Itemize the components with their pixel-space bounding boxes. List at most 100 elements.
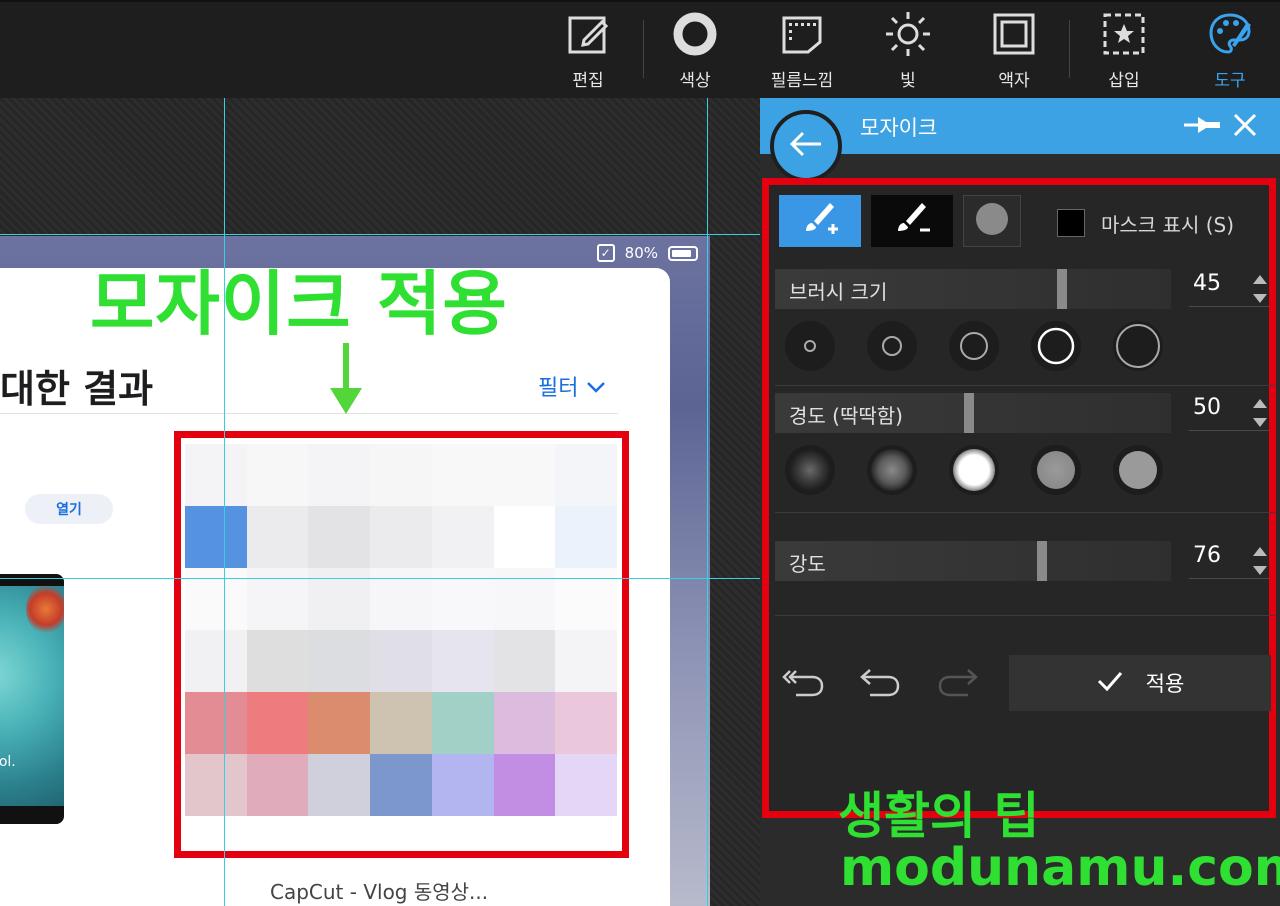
edit-icon <box>564 10 612 58</box>
size-preset-3[interactable] <box>949 321 999 371</box>
checkmark-icon <box>1096 670 1124 697</box>
hardness-preset-2[interactable] <box>867 445 917 495</box>
strength-label: 강도 <box>789 552 826 576</box>
action-row: 적용 <box>775 655 1275 713</box>
brush-plus-icon <box>800 199 840 243</box>
guide-line-vertical[interactable] <box>224 98 225 906</box>
check-icon: ✓ <box>596 244 615 262</box>
tool-light[interactable]: 빛 <box>863 10 953 94</box>
brush-add-button[interactable] <box>779 195 861 247</box>
mosaic-highlight-box <box>174 431 629 858</box>
spinner-icon[interactable] <box>1253 547 1267 575</box>
app-thumbnail: g fool. <box>0 574 64 824</box>
undo-icon <box>858 663 902 703</box>
tool-tools[interactable]: 도구 <box>1185 10 1275 94</box>
thumb-topbar <box>0 574 64 586</box>
divider <box>0 413 618 414</box>
battery-percent: 80% <box>624 244 658 262</box>
apply-label: 적용 <box>1145 672 1185 696</box>
hardness-row: 경도 (딱딱함) 50 <box>775 393 1275 433</box>
hardness-preset-4[interactable] <box>1031 445 1081 495</box>
pin-icon[interactable] <box>1182 112 1222 142</box>
image-canvas[interactable]: ✓ 80% 대한 결과 필터 열기 g fool. CapCut - V <box>0 98 760 906</box>
undo-button[interactable] <box>855 661 905 705</box>
hardness-slider[interactable]: 경도 (딱딱함) <box>775 393 1171 433</box>
strength-number: 76 <box>1193 543 1221 568</box>
open-button[interactable]: 열기 <box>25 494 113 524</box>
strength-slider[interactable]: 강도 <box>775 541 1171 581</box>
tool-light-label: 빛 <box>900 71 916 91</box>
mosaic-settings: 마스크 표시 (S) 브러시 크기 45 경도 (딱딱함) 50 강도 76 적… <box>762 178 1276 818</box>
guide-line-horizontal[interactable] <box>0 578 760 579</box>
tool-film[interactable]: 필름느낌 <box>757 10 847 94</box>
brush-mode-group <box>779 195 1021 251</box>
brush-size-presets <box>785 321 1185 371</box>
tool-frame[interactable]: 액자 <box>969 10 1059 94</box>
hardness-presets <box>785 445 1185 495</box>
tool-edit-label: 편집 <box>572 71 604 91</box>
hardness-number: 50 <box>1193 395 1221 420</box>
strength-value[interactable]: 76 <box>1189 543 1269 579</box>
watermark-line2: modunamu.com <box>840 838 1280 898</box>
divider <box>775 615 1275 616</box>
size-preset-2[interactable] <box>867 321 917 371</box>
back-button[interactable] <box>770 110 842 182</box>
tool-insert-label: 삽입 <box>1108 71 1140 91</box>
tool-insert[interactable]: 삽입 <box>1079 10 1169 94</box>
hardness-preset-3[interactable] <box>949 445 999 495</box>
toolbar-divider <box>643 20 644 78</box>
hardness-preset-5[interactable] <box>1113 445 1163 495</box>
hardness-preset-1[interactable] <box>785 445 835 495</box>
color-ring-icon <box>671 10 719 58</box>
spinner-icon[interactable] <box>1253 399 1267 427</box>
brush-size-number: 45 <box>1193 271 1221 296</box>
redo-icon <box>936 663 980 703</box>
size-preset-5[interactable] <box>1113 321 1163 371</box>
battery-icon <box>668 245 698 261</box>
sun-icon <box>884 10 932 58</box>
annotation-title: 모자이크 적용 <box>90 263 508 345</box>
slider-thumb[interactable] <box>964 393 974 433</box>
app-name: CapCut - Vlog 동영상... <box>270 880 489 904</box>
tool-tools-label: 도구 <box>1214 71 1246 91</box>
guide-line-vertical[interactable] <box>707 98 708 906</box>
tool-color[interactable]: 색상 <box>650 10 740 94</box>
slider-thumb[interactable] <box>1057 269 1067 309</box>
redo-button[interactable] <box>933 661 983 705</box>
size-preset-1[interactable] <box>785 321 835 371</box>
panel-title: 모자이크 <box>860 116 938 140</box>
filter-button[interactable]: 필터 <box>538 370 606 402</box>
annotation-arrow-head <box>330 388 362 414</box>
size-preset-4[interactable] <box>1031 321 1081 371</box>
hardness-label: 경도 (딱딱함) <box>789 404 903 428</box>
brush-size-row: 브러시 크기 45 <box>775 269 1275 309</box>
mask-checkbox[interactable] <box>1057 209 1085 237</box>
brush-size-value[interactable]: 45 <box>1189 271 1269 307</box>
brush-size-slider[interactable]: 브러시 크기 <box>775 269 1171 309</box>
spinner-icon[interactable] <box>1253 275 1267 303</box>
status-bar: ✓ 80% <box>596 242 698 264</box>
thumb-caption: g fool. <box>0 754 16 770</box>
tool-edit[interactable]: 편집 <box>543 10 633 94</box>
shape-circle-button[interactable] <box>963 195 1021 247</box>
brush-erase-button[interactable] <box>871 195 953 247</box>
close-icon[interactable] <box>1232 112 1258 142</box>
brush-minus-icon <box>892 199 932 243</box>
tool-frame-label: 액자 <box>998 71 1030 91</box>
guide-line-horizontal[interactable] <box>0 234 760 235</box>
circle-icon <box>974 201 1010 241</box>
film-icon <box>778 10 826 58</box>
strength-row: 강도 76 <box>775 541 1275 581</box>
hardness-value[interactable]: 50 <box>1189 395 1269 431</box>
arrow-left-icon <box>789 130 823 162</box>
undo-all-button[interactable] <box>779 661 829 705</box>
toolbar-divider <box>1069 20 1070 78</box>
thumb-bottombar <box>0 806 64 824</box>
tool-film-label: 필름느낌 <box>770 71 834 91</box>
mask-label: 마스크 표시 (S) <box>1101 213 1235 237</box>
apply-button[interactable]: 적용 <box>1009 655 1271 711</box>
thumb-blob <box>26 584 64 634</box>
slider-thumb[interactable] <box>1037 541 1047 581</box>
results-title: 대한 결과 <box>0 367 154 411</box>
insert-star-icon <box>1100 10 1148 58</box>
